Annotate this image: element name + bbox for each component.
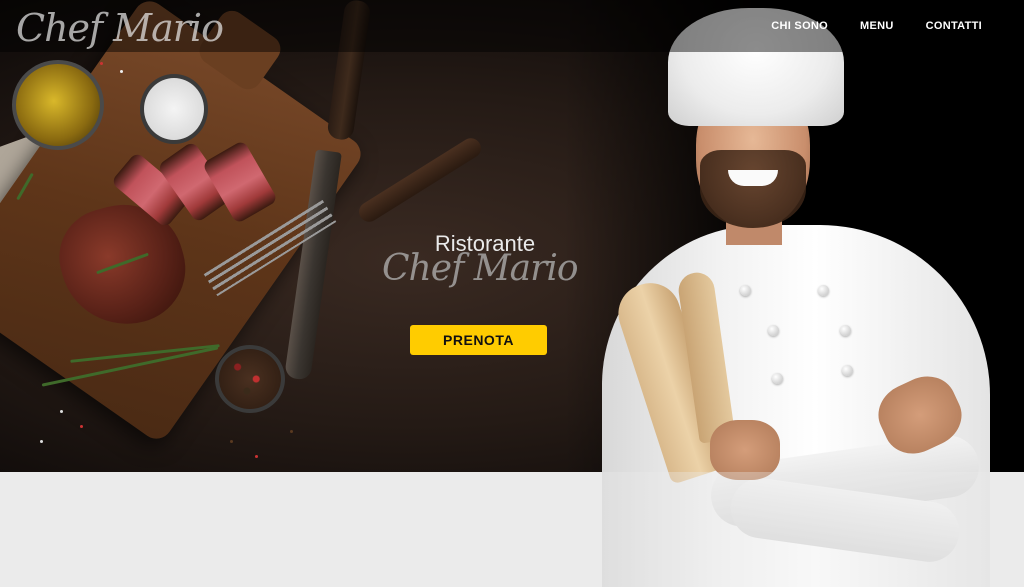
pepper-speck <box>80 425 83 428</box>
coat-button <box>842 365 853 376</box>
salt-speck <box>120 70 123 73</box>
pepper-speck <box>230 440 233 443</box>
pepper-speck <box>255 455 258 458</box>
pepper-speck <box>100 62 103 65</box>
coat-button <box>818 285 829 296</box>
salt-speck <box>60 410 63 413</box>
coat-button <box>740 285 751 296</box>
prenota-button[interactable]: PRENOTA <box>410 325 547 355</box>
pepper-speck <box>290 430 293 433</box>
page: Chef Mario CHI SONO MENU CONTATTI Ristor… <box>0 0 1024 587</box>
chef-hand <box>710 420 780 480</box>
nav-item-chi-sono[interactable]: CHI SONO <box>771 20 828 32</box>
chef-photo <box>600 0 1020 587</box>
main-nav: CHI SONO MENU CONTATTI <box>771 20 982 32</box>
peppercorn-bowl <box>215 345 285 413</box>
fork-handle <box>355 134 485 226</box>
chef-fade-overlay <box>600 472 1020 587</box>
hero-title: Chef Mario <box>382 248 579 289</box>
chef-beard <box>700 150 806 228</box>
nav-item-menu[interactable]: MENU <box>860 20 894 32</box>
nav-item-contatti[interactable]: CONTATTI <box>926 20 982 32</box>
coat-button <box>768 325 779 336</box>
site-logo[interactable]: Chef Mario <box>16 6 224 50</box>
salt-speck <box>40 440 43 443</box>
salt-bowl <box>140 74 208 144</box>
coat-button <box>840 325 851 336</box>
oil-bowl <box>12 60 104 150</box>
coat-button <box>772 373 783 384</box>
